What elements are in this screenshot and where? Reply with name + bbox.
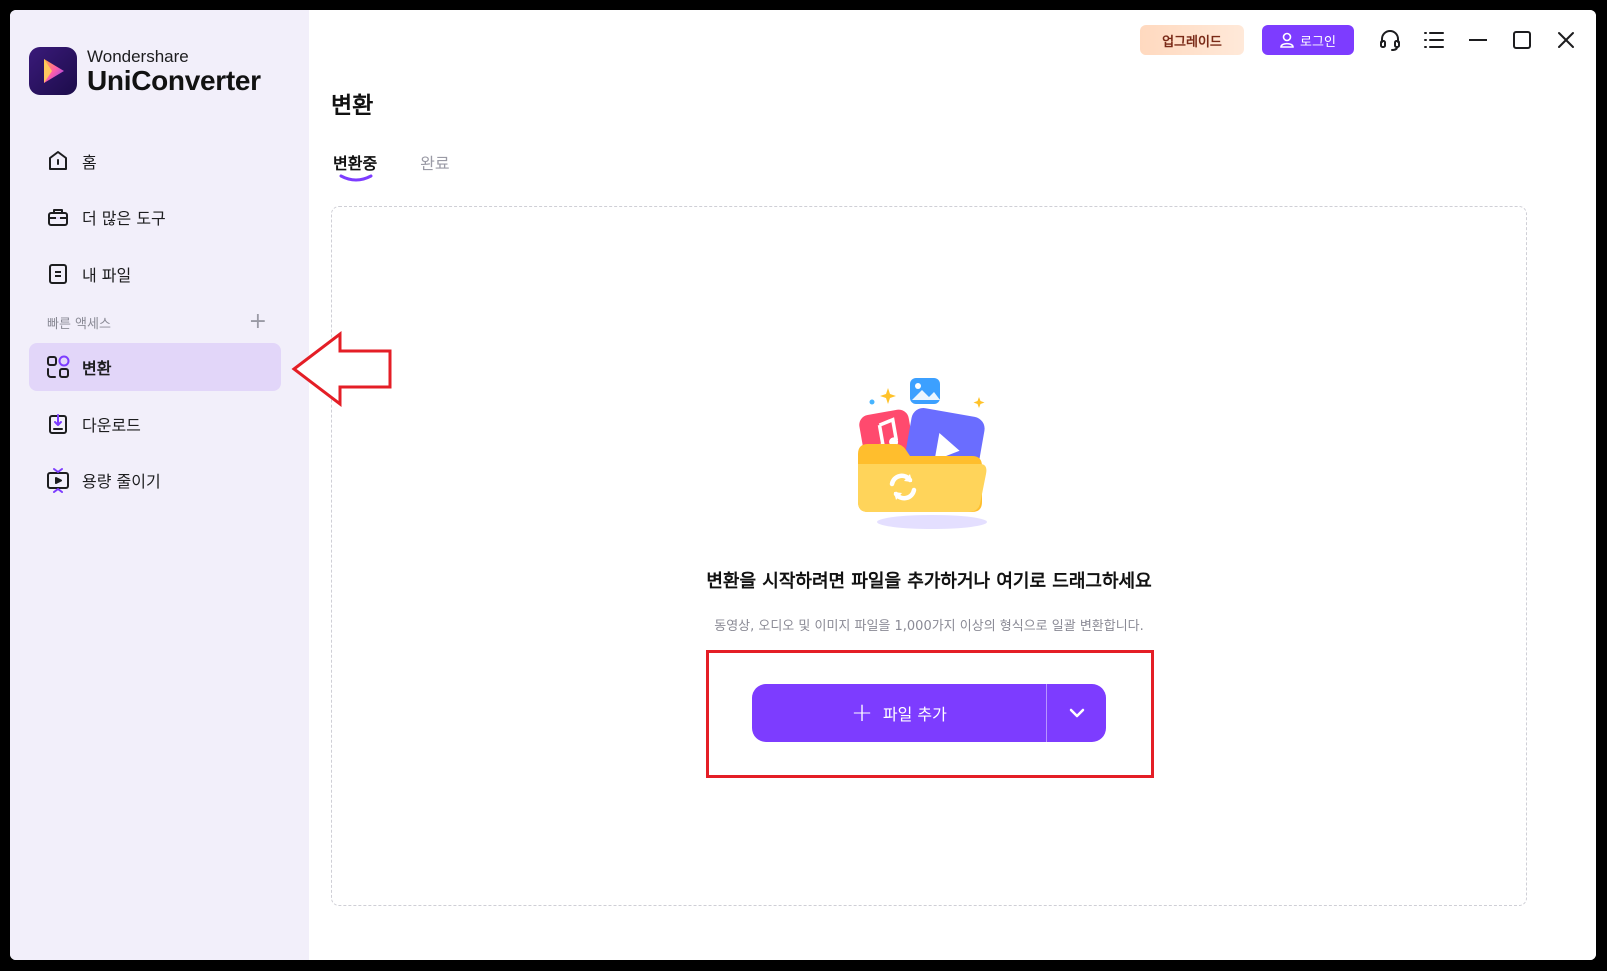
file-dropzone[interactable]: 변환을 시작하려면 파일을 추가하거나 여기로 드래그하세요 동영상, 오디오 … <box>331 206 1527 906</box>
sidebar: Wondershare UniConverter 홈 더 많은 도구 내 파일 … <box>10 10 309 960</box>
login-label: 로그인 <box>1300 34 1336 50</box>
tab-label: 변환중 <box>333 154 378 173</box>
menu-icon[interactable] <box>1418 24 1450 56</box>
main-panel: 업그레이드 로그인 변환 변환중 완료 변환을 시작하려면 파일을 추가하거나 … <box>309 10 1596 960</box>
sidebar-item-label: 변환 <box>82 359 112 378</box>
sidebar-item-label: 내 파일 <box>82 266 132 285</box>
uniconverter-logo-icon <box>29 47 77 95</box>
sidebar-item-convert[interactable]: 변환 <box>29 343 281 391</box>
close-icon[interactable] <box>1550 24 1582 56</box>
annotation-arrow-icon <box>291 330 392 408</box>
sidebar-item-home[interactable]: 홈 <box>29 137 281 185</box>
user-icon <box>1280 32 1294 48</box>
quick-access-header: 빠른 액세스 + <box>47 311 267 333</box>
tab-completed[interactable]: 완료 <box>420 150 449 174</box>
sidebar-item-compress[interactable]: 용량 줄이기 <box>29 456 281 504</box>
sidebar-item-label: 용량 줄이기 <box>82 472 161 491</box>
brand-product: UniConverter <box>87 64 261 96</box>
upgrade-button[interactable]: 업그레이드 <box>1140 25 1244 55</box>
dropzone-title: 변환을 시작하려면 파일을 추가하거나 여기로 드래그하세요 <box>706 571 1152 592</box>
folder-media-illustration-icon <box>852 372 1012 532</box>
tab-label: 완료 <box>420 154 450 173</box>
brand-company: Wondershare <box>87 46 189 66</box>
sidebar-item-download[interactable]: 다운로드 <box>29 400 281 448</box>
tab-converting[interactable]: 변환중 <box>333 150 378 182</box>
sidebar-item-label: 다운로드 <box>82 416 141 435</box>
home-icon <box>44 147 72 175</box>
sidebar-item-label: 더 많은 도구 <box>82 209 166 228</box>
sidebar-item-my-files[interactable]: 내 파일 <box>29 250 281 298</box>
minimize-icon[interactable] <box>1462 24 1494 56</box>
tab-bar: 변환중 완료 <box>333 150 493 182</box>
page-title: 변환 <box>331 93 374 119</box>
sidebar-item-more-tools[interactable]: 더 많은 도구 <box>29 193 281 241</box>
sidebar-item-label: 홈 <box>82 153 97 172</box>
login-button[interactable]: 로그인 <box>1262 25 1354 55</box>
compress-icon <box>44 466 72 494</box>
brand: Wondershare UniConverter <box>29 47 261 95</box>
title-bar: 업그레이드 로그인 <box>1140 22 1596 58</box>
download-icon <box>44 410 72 438</box>
maximize-icon[interactable] <box>1506 24 1538 56</box>
convert-icon <box>44 353 72 381</box>
toolbox-icon <box>44 203 72 231</box>
app-window: Wondershare UniConverter 홈 더 많은 도구 내 파일 … <box>10 10 1596 960</box>
tab-active-indicator <box>339 174 373 182</box>
quick-access-label: 빠른 액세스 <box>47 316 111 332</box>
headset-icon[interactable] <box>1374 24 1406 56</box>
annotation-highlight-box <box>706 650 1154 778</box>
file-icon <box>44 260 72 288</box>
quick-access-add-button[interactable]: + <box>249 311 267 333</box>
dropzone-subtitle: 동영상, 오디오 및 이미지 파일을 1,000가지 이상의 형식으로 일괄 변… <box>714 619 1144 634</box>
